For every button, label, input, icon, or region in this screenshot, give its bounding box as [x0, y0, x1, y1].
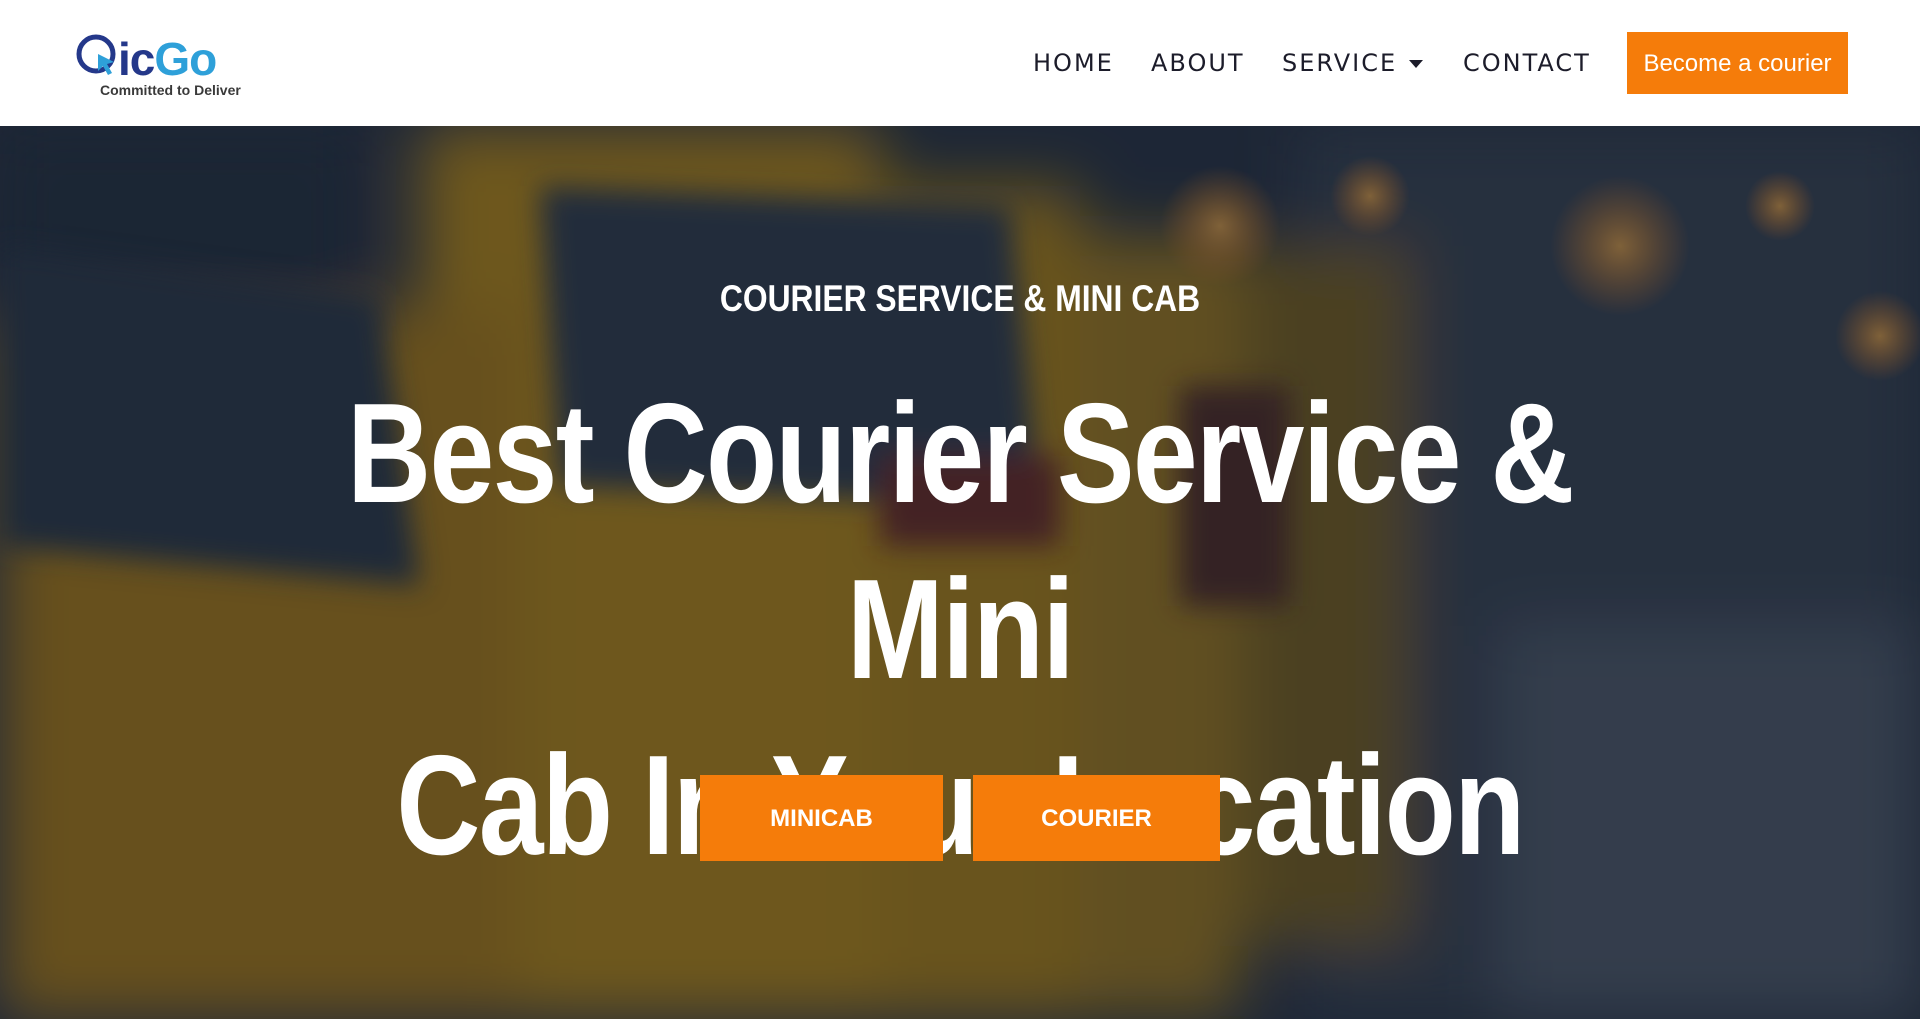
become-courier-button[interactable]: Become a courier: [1627, 32, 1848, 94]
hero-subtitle: COURIER SERVICE & MINI CAB: [719, 278, 1201, 319]
hero-title-line-1: Best Courier Service & Mini: [347, 374, 1575, 709]
hero-title: Best Courier Service & Mini Cab In Your …: [263, 366, 1657, 894]
nav-service[interactable]: SERVICE: [1282, 48, 1424, 78]
nav-contact[interactable]: CONTACT: [1463, 48, 1591, 78]
logo-tagline: Committed to Deliver: [100, 82, 241, 98]
hero-title-line-2: Cab In Your Location: [396, 726, 1525, 885]
hero-section: COURIER SERVICE & MINI CAB Best Courier …: [0, 126, 1920, 1019]
nav-about[interactable]: ABOUT: [1151, 48, 1245, 78]
minicab-button[interactable]: MINICAB: [700, 775, 943, 861]
top-navbar: icGo Committed to Deliver HOME ABOUT SER…: [0, 0, 1920, 126]
logo-q-cursor-icon: [76, 34, 116, 75]
nav-home[interactable]: HOME: [1033, 48, 1114, 78]
nav-service-label: SERVICE: [1282, 49, 1398, 77]
brand-logo[interactable]: icGo Committed to Deliver: [74, 30, 250, 102]
logo-wordmark: icGo: [118, 33, 217, 85]
caret-down-icon: [1409, 60, 1424, 68]
courier-button[interactable]: COURIER: [973, 775, 1220, 861]
